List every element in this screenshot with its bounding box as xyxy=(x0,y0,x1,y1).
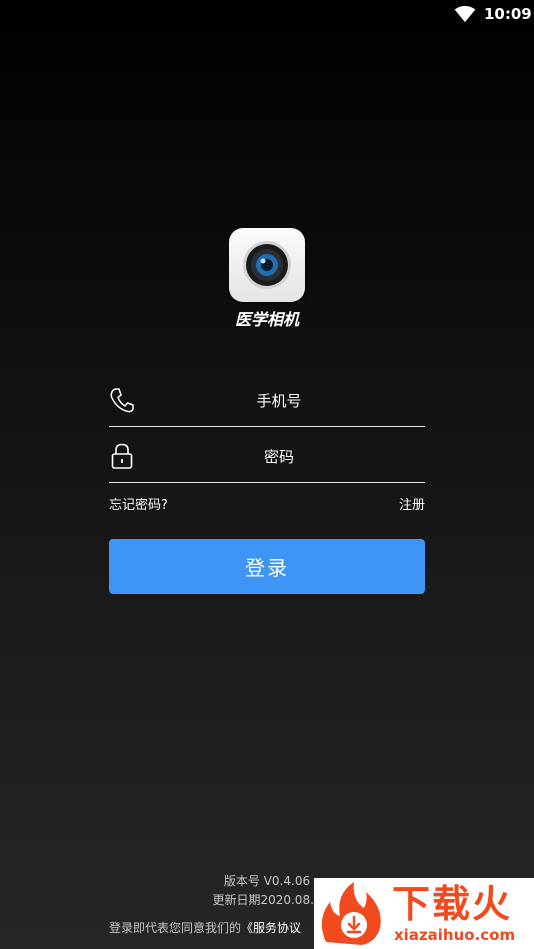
app-name: 医学相机 xyxy=(234,310,299,329)
watermark-url: xiazaihuo.com xyxy=(394,926,516,944)
phone-input[interactable] xyxy=(143,386,415,416)
phone-field xyxy=(109,382,425,427)
login-button[interactable]: 登录 xyxy=(109,539,425,594)
register-link[interactable]: 注册 xyxy=(399,497,425,515)
phone-icon xyxy=(110,388,134,413)
app-logo xyxy=(229,228,305,302)
agreement-text: 登录即代表您同意我们的《服务协议 xyxy=(109,920,301,936)
flame-download-icon xyxy=(321,882,381,945)
service-agreement-link[interactable]: 《服务协议 xyxy=(241,921,301,935)
watermark-title: 下载火 xyxy=(392,882,513,926)
agreement-prefix: 登录即代表您同意我们的 xyxy=(109,921,242,935)
password-input[interactable] xyxy=(143,442,415,472)
status-bar: 10:09 xyxy=(0,0,534,28)
lock-icon xyxy=(111,443,133,469)
status-time: 10:09 xyxy=(484,5,532,23)
camera-lens-icon xyxy=(243,241,291,289)
wifi-icon xyxy=(454,5,476,23)
forgot-password-link[interactable]: 忘记密码? xyxy=(109,497,168,515)
password-field xyxy=(109,438,425,483)
watermark-badge: 下载火 xiazaihuo.com xyxy=(314,878,534,949)
